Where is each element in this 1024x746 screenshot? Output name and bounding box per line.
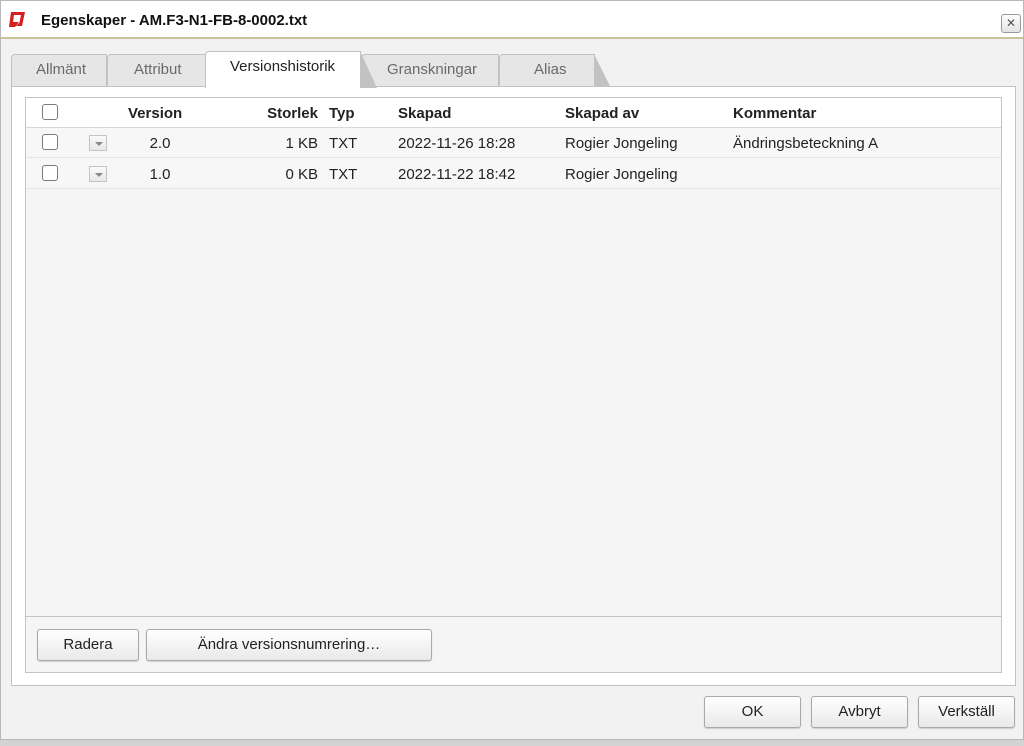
tab-label: Granskningar: [387, 61, 478, 78]
cell-created: 2022-11-26 18:28: [398, 135, 516, 152]
cell-type: TXT: [329, 135, 358, 152]
close-icon: ✕: [1005, 16, 1017, 30]
app-logo-icon: [9, 12, 25, 27]
tab-label: Allmänt: [36, 61, 87, 78]
table-row[interactable]: 2.0 1 KB TXT 2022-11-26 18:28 Rogier Jon…: [26, 128, 1001, 158]
title-bar: Egenskaper - AM.F3-N1-FB-8-0002.txt ✕: [1, 1, 1023, 39]
tab-alias[interactable]: Alias: [499, 54, 611, 88]
column-header-type[interactable]: Typ: [329, 105, 355, 122]
properties-dialog: Egenskaper - AM.F3-N1-FB-8-0002.txt ✕ Al…: [0, 0, 1024, 740]
cell-created-by: Rogier Jongeling: [565, 166, 678, 183]
row-checkbox[interactable]: [42, 134, 58, 150]
dropdown-arrow-icon: [89, 135, 107, 151]
tab-strip: Allmänt Attribut Versionshistorik Gransk…: [11, 51, 1015, 88]
tab-version-history[interactable]: Versionshistorik: [205, 51, 377, 88]
row-checkbox[interactable]: [42, 165, 58, 181]
cell-size: 0 KB: [285, 166, 318, 183]
table-row[interactable]: 1.0 0 KB TXT 2022-11-22 18:42 Rogier Jon…: [26, 159, 1001, 189]
change-version-numbering-button[interactable]: Ändra versionsnumrering…: [146, 629, 432, 661]
delete-button[interactable]: Radera: [37, 629, 139, 661]
tab-label: Alias: [534, 61, 567, 78]
select-all-checkbox[interactable]: [42, 104, 58, 120]
cell-size: 1 KB: [285, 135, 318, 152]
tab-attributes[interactable]: Attribut: [107, 54, 222, 88]
row-menu-button[interactable]: [89, 166, 107, 182]
cell-type: TXT: [329, 166, 358, 183]
cell-version: 2.0: [149, 135, 171, 152]
cell-created-by: Rogier Jongeling: [565, 135, 678, 152]
grid-header: Version Storlek Typ Skapad Skapad av Kom…: [26, 98, 1001, 128]
dropdown-arrow-icon: [89, 166, 107, 182]
tab-label: Versionshistorik: [230, 58, 336, 75]
cancel-button[interactable]: Avbryt: [811, 696, 908, 728]
apply-button[interactable]: Verkställ: [918, 696, 1015, 728]
ok-button[interactable]: OK: [704, 696, 801, 728]
version-history-panel: Version Storlek Typ Skapad Skapad av Kom…: [11, 86, 1016, 686]
row-menu-button[interactable]: [89, 135, 107, 151]
cell-created: 2022-11-22 18:42: [398, 166, 516, 183]
column-header-version[interactable]: Version: [128, 105, 182, 122]
column-header-comment[interactable]: Kommentar: [733, 105, 816, 122]
cell-comment: Ändringsbeteckning A: [733, 135, 879, 152]
close-button[interactable]: ✕: [1001, 14, 1021, 33]
background-strip: [0, 740, 1024, 746]
tab-label: Attribut: [134, 61, 182, 78]
window-title: Egenskaper - AM.F3-N1-FB-8-0002.txt: [41, 12, 308, 29]
tab-reviews[interactable]: Granskningar: [361, 54, 515, 88]
grid-action-bar: Radera Ändra versionsnumrering…: [25, 616, 1002, 673]
column-header-created[interactable]: Skapad: [398, 105, 451, 122]
column-header-size[interactable]: Storlek: [250, 105, 318, 122]
column-header-created-by[interactable]: Skapad av: [565, 105, 639, 122]
version-grid: Version Storlek Typ Skapad Skapad av Kom…: [25, 97, 1002, 617]
tab-general[interactable]: Allmänt: [11, 54, 123, 88]
cell-version: 1.0: [149, 166, 171, 183]
